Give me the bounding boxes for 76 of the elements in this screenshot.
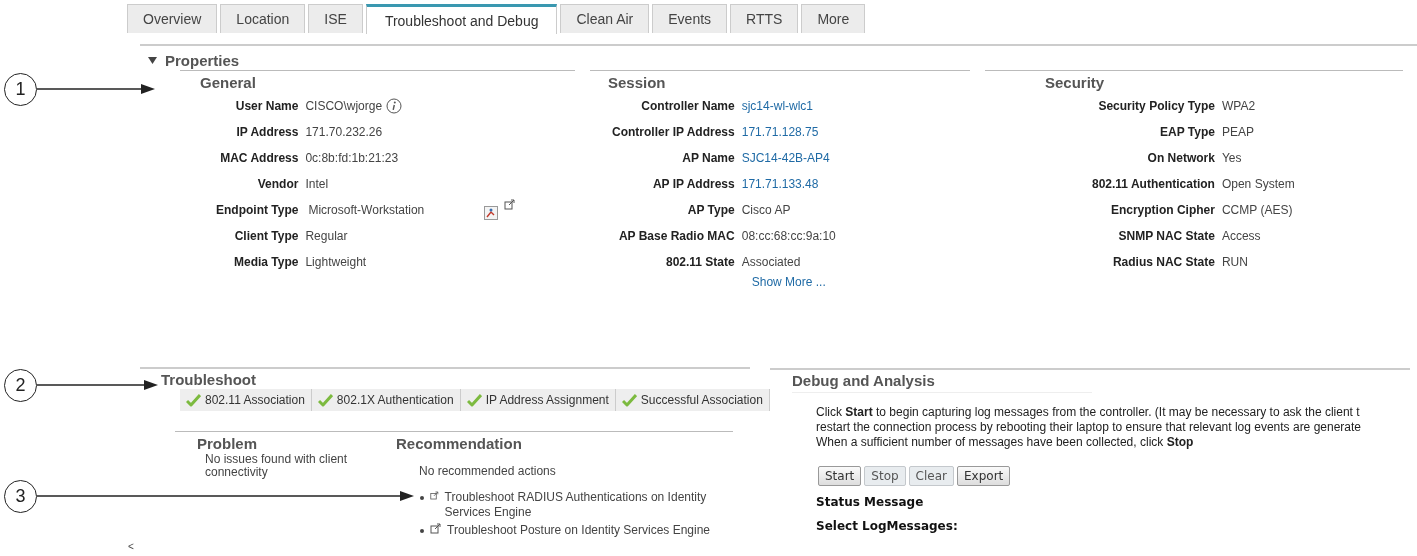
field-label: Encryption Cipher [1109, 202, 1215, 219]
recommendation-text: No recommended actions [419, 464, 556, 478]
field-value: Regular [305, 229, 348, 243]
tab[interactable]: Overview [127, 4, 218, 33]
field-label: MAC Address [219, 150, 299, 167]
field-label: Controller IP Address [612, 124, 735, 141]
callout-number: 1 [4, 73, 37, 106]
field-value: Microsoft-Workstation [308, 203, 426, 217]
field-label: Security Policy Type [1097, 98, 1215, 115]
tab[interactable]: Location [220, 4, 306, 33]
field-link[interactable]: 171.71.133.48 [741, 177, 819, 191]
field-label: AP Base Radio MAC [617, 228, 735, 245]
field-label: User Name [234, 98, 299, 115]
field-label: On Network [1146, 150, 1215, 167]
select-label: Select LogMessages: [816, 519, 959, 533]
callout-number: 3 [4, 480, 37, 513]
section-title: Troubleshoot [161, 371, 256, 388]
field-value: Intel [305, 177, 329, 191]
field-value: Associated [741, 255, 801, 269]
scroll-hint: < [128, 541, 134, 552]
field-link[interactable]: SJC14-42B-AP4 [741, 151, 830, 165]
tab[interactable]: Troubleshoot and Debug [365, 4, 558, 34]
field-label: Endpoint Type [216, 202, 299, 219]
field-label: Media Type [232, 254, 299, 271]
field-value: Lightweight [305, 255, 367, 269]
tab[interactable]: Clean Air [560, 4, 650, 33]
group-title: Session [608, 74, 666, 91]
group-title: General [200, 74, 256, 91]
field-label: 802.11 State [665, 254, 735, 271]
status-step: 802.11 Association [180, 389, 312, 411]
tab[interactable]: Events [652, 4, 728, 33]
column-title: Problem [197, 435, 257, 452]
field-label: Vendor [256, 176, 299, 193]
tab[interactable]: More [801, 4, 866, 33]
field-value: CCMP (AES) [1221, 203, 1293, 217]
field-value: CISCO\wjorge [305, 99, 383, 113]
field-label: SNMP NAC State [1117, 228, 1215, 245]
field-label: AP IP Address [651, 176, 735, 193]
group-title: Security [1045, 74, 1105, 91]
status-step: IP Address Assignment [460, 389, 616, 411]
field-link[interactable]: 171.71.128.75 [741, 125, 819, 139]
field-label: 802.11 Authentication [1092, 176, 1215, 193]
action-button[interactable]: Export [957, 466, 1011, 486]
section-title: Debug and Analysis [792, 372, 1092, 393]
field-value: WPA2 [1221, 99, 1256, 113]
field-label: IP Address [235, 124, 299, 141]
field-value: Open System [1221, 177, 1295, 191]
status-label: Status Message [816, 495, 925, 509]
field-link[interactable]: sjc14-wl-wlc1 [741, 99, 814, 113]
column-title: Recommendation [396, 435, 522, 452]
status-step: Successful Association [615, 389, 770, 411]
field-label: AP Name [681, 150, 735, 167]
field-label: AP Type [686, 202, 735, 219]
instructions-text: Click Start to begin capturing log messages from the controller. (It may be necessary to ask the client t restart the connection process by rebooting their laptop to ensure that relevant log events are generate When a sufficient number of messages have been collected, click Stop [816, 405, 1362, 450]
field-value: Yes [1221, 151, 1242, 165]
field-value: 171.70.232.26 [305, 125, 383, 139]
tab[interactable]: ISE [308, 4, 363, 33]
action-button[interactable]: Start [818, 466, 862, 486]
field-value: PEAP [1221, 125, 1254, 139]
tab[interactable]: RTTS [730, 4, 799, 33]
recommendation-link[interactable]: Troubleshoot Posture on Identity Services Engine [430, 523, 711, 538]
field-label: Client Type [233, 228, 299, 245]
field-value: Cisco AP [741, 203, 791, 217]
recommendation-link[interactable]: Troubleshoot RADIUS Authentications on Identity Services Engine [430, 490, 720, 520]
field-label: Controller Name [640, 98, 735, 115]
problem-text: No issues found with client connectivity [205, 453, 349, 479]
field-value: 08:cc:68:cc:9a:10 [741, 229, 836, 243]
field-label: Radius NAC State [1111, 254, 1215, 271]
callout-number: 2 [4, 369, 37, 402]
show-more-link[interactable]: Show More ... [751, 275, 826, 289]
field-label: EAP Type [1159, 124, 1215, 141]
status-step: 802.1X Authentication [311, 389, 461, 411]
field-value: Access [1221, 229, 1261, 243]
section-title: Properties [165, 51, 240, 69]
field-value: RUN [1221, 255, 1248, 269]
field-value: 0c:8b:fd:1b:21:23 [305, 151, 399, 165]
